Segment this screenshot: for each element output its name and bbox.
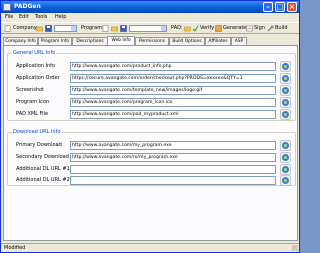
verify-icon[interactable] [192,25,199,32]
new-file-icon[interactable] [4,25,11,32]
open-url-icon[interactable] [280,97,291,108]
program-icon-field[interactable]: http://www.avangate.com/program_icon.ico [70,98,276,107]
screenshot-field[interactable]: http://www.avangate.com/template_new/ima… [70,86,276,95]
program-select[interactable] [129,25,167,32]
tab-permissions[interactable]: Permissions [135,37,169,45]
company-label: Company: [13,25,39,31]
sign-label[interactable]: Sign [254,23,265,34]
application-info-field[interactable]: http://www.avangate.com/product_info.php [70,62,276,71]
additional-dl-url-2-field[interactable] [70,176,276,185]
secondary-download-field[interactable]: http://www.avangate.com/ro/my_program.ex… [70,153,276,162]
app-window: PADGen – □ × File Edit Tools Help Compan… [0,0,300,253]
open-folder-icon[interactable] [36,25,43,32]
generate-label[interactable]: Generate [223,23,246,34]
general-url-title: General URL Info [12,50,57,57]
open-url-icon[interactable] [280,109,291,120]
application-order-field[interactable]: https://secure.avangate.com/order/checko… [70,74,276,83]
web-info-panel: General URL Info Application Info http:/… [3,45,298,241]
additional-dl-url-1-label: Additional DL URL #1: [16,166,72,172]
open-url-icon[interactable] [280,140,291,151]
secondary-download-label: Secondary Download [16,154,69,160]
resize-grip-icon[interactable] [292,245,298,251]
open-url-icon[interactable] [280,152,291,163]
minimize-button[interactable]: – [263,2,273,12]
status-bar: Modified [1,243,299,252]
menu-tools[interactable]: Tools [35,13,47,22]
tab-company-info[interactable]: Company Info [3,37,38,45]
open-url-icon[interactable] [280,61,291,72]
new-program-icon[interactable] [102,25,109,32]
application-info-label: Application Info [16,63,55,69]
open-url-icon[interactable] [280,164,291,175]
tab-program-info[interactable]: Program Info [38,37,72,45]
application-order-label: Application Order [16,75,60,81]
tab-strip: Company Info Program Info Descriptions W… [3,36,299,45]
generate-icon[interactable] [215,25,222,32]
program-label: Program: [81,25,104,31]
program-icon-label: Program Icon [16,99,50,105]
tab-affiliates[interactable]: Affiliates [205,37,231,45]
additional-dl-url-1-field[interactable] [70,165,276,174]
menu-help[interactable]: Help [55,13,66,22]
save-icon[interactable] [45,25,52,32]
pad-xml-file-label: PAD XML File [16,111,49,117]
pad-xml-file-field[interactable]: http://www.avangate.com/pad_myproduct.xm… [70,110,276,119]
menu-file[interactable]: File [5,13,13,22]
close-button[interactable]: × [287,2,297,12]
build-icon[interactable] [267,25,274,32]
open-url-icon[interactable] [280,73,291,84]
sign-icon[interactable] [246,25,253,32]
open-url-icon[interactable] [280,175,291,186]
pad-label: PAD: [171,25,183,31]
toolbar: Company: Program: PAD: Verify Generate S… [1,22,299,34]
primary-download-label: Primary Download [16,142,62,148]
maximize-button[interactable]: □ [275,2,285,12]
download-url-title: Download URL Info [12,129,62,136]
tab-descriptions[interactable]: Descriptions [72,37,108,45]
tab-build-options[interactable]: Build Options [169,37,205,45]
primary-download-field[interactable]: http://www.avangate.com/my_program.exe [70,141,276,150]
app-icon [3,3,11,11]
window-title: PADGen [14,3,41,10]
open-program-icon[interactable] [111,25,118,32]
tab-asp[interactable]: ASP [231,37,247,45]
status-text: Modified [4,245,26,251]
company-select[interactable] [54,25,77,32]
pad-open-icon[interactable] [184,25,191,32]
open-url-icon[interactable] [280,85,291,96]
additional-dl-url-2-label: Additional DL URL #2: [16,177,72,183]
build-label[interactable]: Build [275,23,288,34]
verify-label[interactable]: Verify [200,23,214,34]
title-bar[interactable]: PADGen – □ × [1,1,299,13]
menu-bar: File Edit Tools Help [1,13,299,22]
menu-edit[interactable]: Edit [19,13,29,22]
save-program-icon[interactable] [120,25,127,32]
screenshot-label: Screenshot [16,87,44,93]
tab-web-info[interactable]: Web Info [107,36,135,45]
